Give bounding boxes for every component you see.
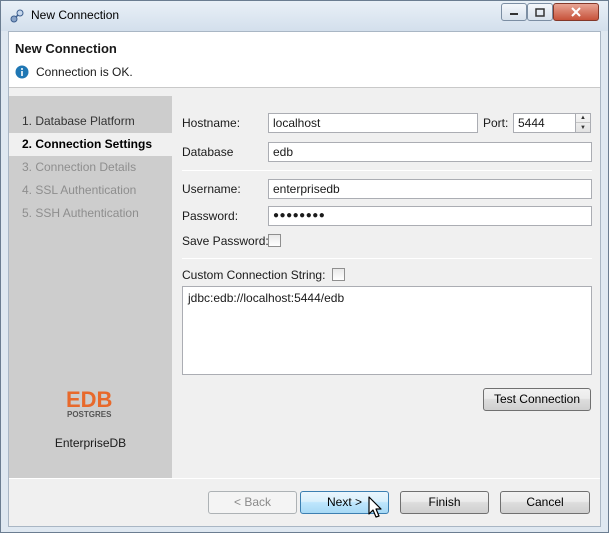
page-title: New Connection: [15, 41, 117, 56]
hostname-label: Hostname:: [182, 116, 241, 130]
separator: [182, 258, 592, 259]
password-field[interactable]: ●●●●●●●●: [268, 206, 592, 226]
custom-connection-string-checkbox[interactable]: [332, 268, 345, 281]
spinner-down-icon[interactable]: ▼: [576, 123, 590, 132]
save-password-label: Save Password:: [182, 234, 269, 248]
minimize-button[interactable]: [501, 3, 527, 21]
port-field[interactable]: 5444: [513, 113, 576, 133]
dialog-client-area: New Connection Connection is OK. 1. Data…: [8, 31, 601, 527]
edb-logo: EDB POSTGRES: [66, 387, 112, 419]
connection-settings-form: Hostname: localhost Port: 5444 ▲ ▼ Datab…: [172, 96, 600, 478]
spinner-up-icon[interactable]: ▲: [576, 114, 590, 123]
footer-separator: [9, 478, 600, 479]
minimize-icon: [510, 13, 518, 15]
info-icon: [15, 65, 29, 79]
close-window-button[interactable]: [553, 3, 599, 21]
title-bar[interactable]: New Connection: [1, 1, 608, 31]
username-field[interactable]: enterprisedb: [268, 179, 592, 199]
mouse-cursor-icon: [368, 496, 382, 518]
step-connection-details: 3. Connection Details: [22, 160, 137, 174]
back-button[interactable]: < Back: [208, 491, 297, 514]
status-message: Connection is OK.: [36, 65, 133, 79]
svg-text:EDB: EDB: [66, 387, 112, 412]
close-icon: [571, 7, 581, 17]
save-password-checkbox[interactable]: [268, 234, 281, 247]
step-ssl-authentication: 4. SSL Authentication: [22, 183, 137, 197]
cancel-button[interactable]: Cancel: [500, 491, 590, 514]
dialog-header: New Connection Connection is OK.: [9, 32, 600, 88]
database-field[interactable]: edb: [268, 142, 592, 162]
database-label: Database: [182, 145, 234, 159]
maximize-button[interactable]: [527, 3, 553, 21]
app-icon: [10, 9, 24, 23]
window-title: New Connection: [31, 8, 120, 22]
svg-text:POSTGRES: POSTGRES: [67, 410, 112, 419]
step-database-platform[interactable]: 1. Database Platform: [9, 110, 172, 133]
username-label: Username:: [182, 182, 241, 196]
step-ssh-authentication: 5. SSH Authentication: [22, 206, 139, 220]
brand-name: EnterpriseDB: [54, 436, 127, 450]
maximize-icon: [535, 7, 545, 17]
connection-string-textarea[interactable]: jdbc:edb://localhost:5444/edb: [182, 286, 592, 375]
custom-connection-string-label: Custom Connection String:: [182, 268, 326, 282]
hostname-field[interactable]: localhost: [268, 113, 478, 133]
dialog-window: New Connection New Connection Connection…: [0, 0, 609, 533]
port-label: Port:: [483, 116, 509, 130]
port-spinner[interactable]: ▲ ▼: [575, 113, 591, 133]
step-connection-settings[interactable]: 2. Connection Settings: [9, 133, 172, 156]
test-connection-button[interactable]: Test Connection: [483, 388, 591, 411]
separator: [182, 170, 592, 171]
wizard-steps-panel: 1. Database Platform 2. Connection Setti…: [9, 96, 172, 478]
finish-button[interactable]: Finish: [400, 491, 489, 514]
password-label: Password:: [182, 209, 239, 223]
